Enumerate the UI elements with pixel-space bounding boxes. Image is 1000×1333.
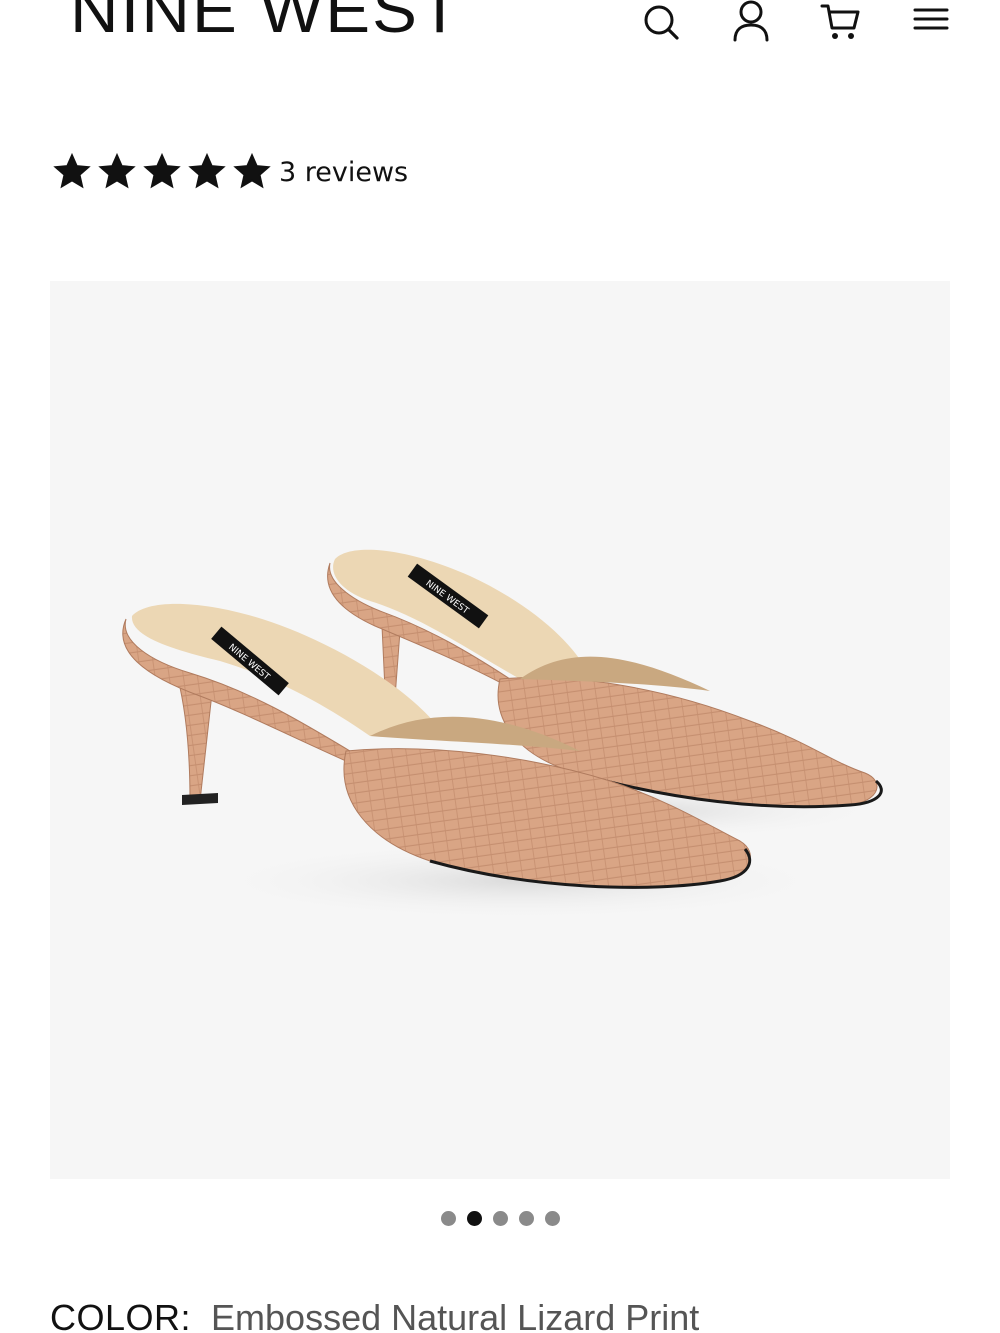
- account-icon[interactable]: [729, 0, 773, 44]
- carousel-dot[interactable]: [440, 1210, 456, 1226]
- color-label: COLOR:: [50, 1297, 192, 1333]
- site-header: NINE WEST: [0, 0, 1000, 60]
- cart-icon[interactable]: [818, 0, 862, 44]
- color-value: Embossed Natural Lizard Print: [211, 1297, 700, 1333]
- carousel-dots: [0, 1209, 1000, 1227]
- product-rating: 3 reviews: [52, 152, 408, 192]
- star-icon: [98, 152, 136, 189]
- carousel-dot[interactable]: [466, 1210, 482, 1226]
- carousel-dot[interactable]: [544, 1210, 560, 1226]
- search-icon[interactable]: [639, 0, 683, 44]
- product-page: NINE WEST 3 reviews NINE WEST NINE WEST …: [0, 0, 1000, 1333]
- brand-logo[interactable]: NINE WEST: [70, 0, 462, 42]
- reviews-link[interactable]: 3 reviews: [279, 157, 408, 188]
- carousel-dot[interactable]: [492, 1210, 508, 1226]
- star-rating[interactable]: [52, 152, 277, 192]
- menu-icon[interactable]: [909, 0, 953, 44]
- star-icon: [143, 152, 181, 189]
- carousel-dot[interactable]: [518, 1210, 534, 1226]
- star-icon: [188, 152, 226, 189]
- product-image[interactable]: NINE WEST NINE WEST: [50, 281, 950, 1179]
- color-selection: COLOR: Embossed Natural Lizard Print: [50, 1297, 699, 1333]
- star-icon: [233, 152, 271, 189]
- star-icon: [53, 152, 91, 189]
